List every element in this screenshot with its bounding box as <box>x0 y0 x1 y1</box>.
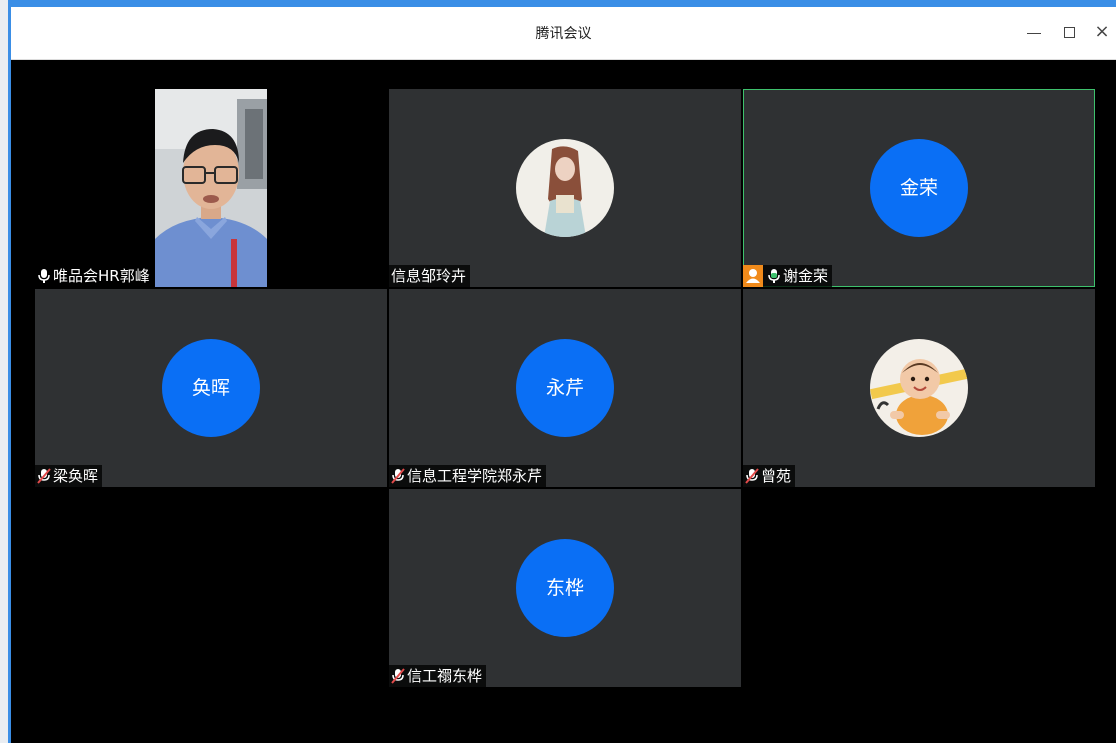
participant-tile[interactable]: 曾苑 <box>743 289 1095 487</box>
participant-tile[interactable]: 信息邹玲卉 <box>389 89 741 287</box>
participant-video <box>155 89 267 287</box>
participant-avatar: 奂晖 <box>162 339 260 437</box>
participant-label: 谢金荣 <box>743 265 833 287</box>
participant-name: 信工禤东桦 <box>407 667 483 685</box>
participant-avatar: 永芹 <box>516 339 614 437</box>
microphone-icon <box>37 268 51 284</box>
minimize-button[interactable] <box>1021 21 1047 45</box>
participant-label: 信工禤东桦 <box>389 665 487 687</box>
microphone-muted-icon <box>745 468 759 484</box>
participant-label: 唯品会HR郭峰 <box>35 265 154 287</box>
participant-avatar: 东桦 <box>516 539 614 637</box>
participant-tile[interactable]: 奂晖 梁奂晖 <box>35 289 387 487</box>
maximize-button[interactable] <box>1056 21 1082 45</box>
participant-tile-active-speaker[interactable]: 金荣 谢金荣 <box>743 89 1095 287</box>
participant-label: 梁奂晖 <box>35 465 103 487</box>
participant-tile-video[interactable]: 唯品会HR郭峰 <box>35 89 387 287</box>
participant-label: 信息工程学院郑永芹 <box>389 465 547 487</box>
participant-name: 谢金荣 <box>783 267 829 285</box>
participant-name: 唯品会HR郭峰 <box>53 267 150 285</box>
participant-tile[interactable]: 东桦 信工禤东桦 <box>389 489 741 687</box>
participant-grid: 唯品会HR郭峰 信息邹玲卉 金荣 谢金荣 奂晖 梁奂晖 永芹 信息工程学院郑永芹… <box>11 59 1116 743</box>
meeting-window: 腾讯会议 × 唯品会HR郭峰 信息邹玲卉 金荣 谢金荣 奂晖 梁奂晖 永芹 信息… <box>11 7 1116 743</box>
microphone-muted-icon <box>391 668 405 684</box>
user-icon <box>743 265 763 287</box>
microphone-speaking-icon <box>767 268 781 284</box>
desktop-top-edge <box>0 0 1116 7</box>
participant-label: 信息邹玲卉 <box>389 265 471 287</box>
participant-name: 信息工程学院郑永芹 <box>407 467 543 485</box>
participant-tile[interactable]: 永芹 信息工程学院郑永芹 <box>389 289 741 487</box>
participant-name: 曾苑 <box>761 467 792 485</box>
desktop-left-edge <box>0 0 11 743</box>
microphone-muted-icon <box>37 468 51 484</box>
window-title: 腾讯会议 <box>535 26 592 42</box>
close-button[interactable]: × <box>1089 21 1115 45</box>
title-bar[interactable]: 腾讯会议 × <box>11 7 1116 60</box>
participant-name: 信息邹玲卉 <box>391 267 467 285</box>
participant-avatar: 金荣 <box>870 139 968 237</box>
participant-name: 梁奂晖 <box>53 467 99 485</box>
participant-photo-avatar <box>870 339 968 437</box>
participant-label: 曾苑 <box>743 465 796 487</box>
participant-photo-avatar <box>516 139 614 237</box>
microphone-muted-icon <box>391 468 405 484</box>
